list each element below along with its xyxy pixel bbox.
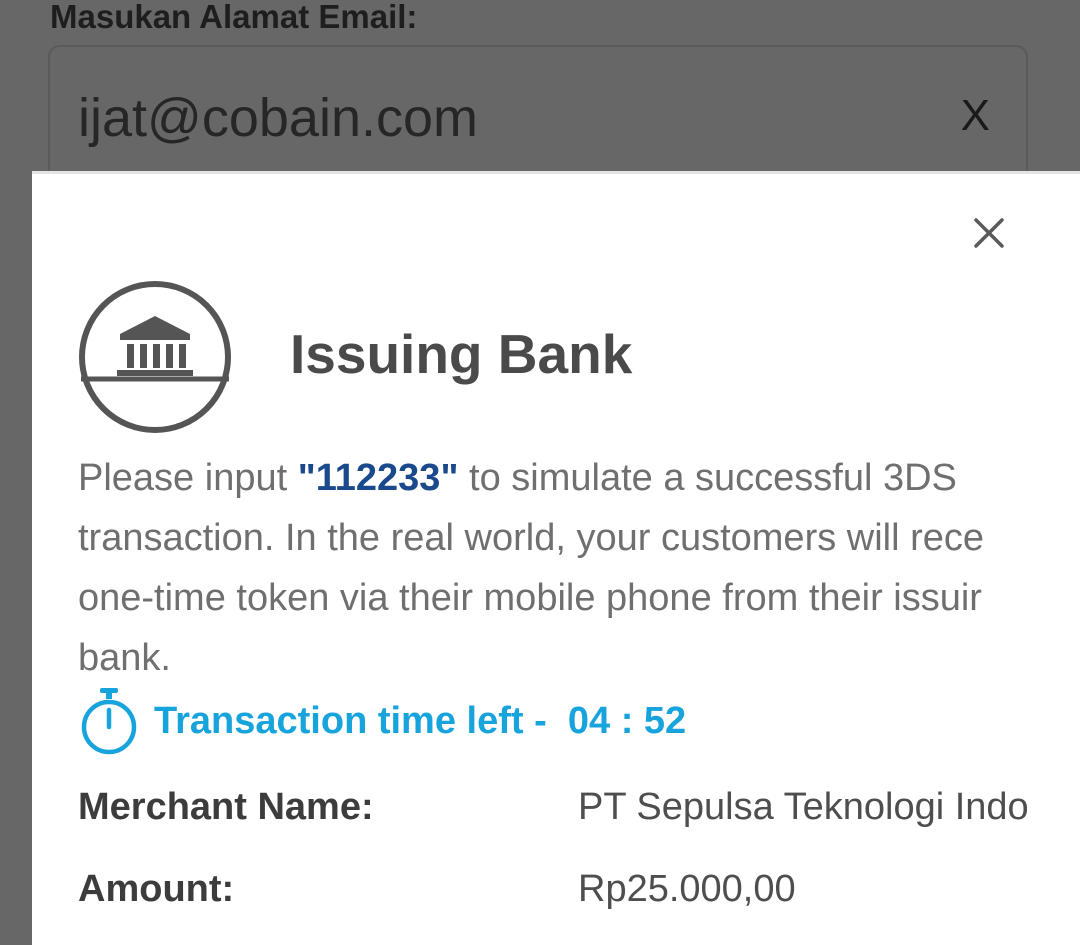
instructions-line-1: Please input "112233" to simulate a succ… (78, 448, 1080, 508)
amount-value: Rp25.000,00 (578, 868, 796, 910)
timer-countdown: 04 : 52 (567, 699, 687, 742)
instructions-suffix: to simulate a successful 3DS (458, 457, 957, 499)
transaction-timer: Transaction time left - 04 : 52 (78, 686, 686, 756)
email-field-label: Masukan Alamat Email: (50, 0, 418, 35)
close-icon[interactable] (967, 211, 1011, 255)
otp-code: "112233" (297, 457, 459, 499)
timer-label: Transaction time left - (154, 699, 568, 742)
instructions-prefix: Please input (78, 457, 298, 499)
bank-icon (79, 281, 231, 433)
instructions-line-2: transaction. In the real world, your cus… (78, 517, 985, 559)
modal-title: Issuing Bank (290, 323, 633, 385)
merchant-name-value: PT Sepulsa Teknologi Indo (578, 786, 1029, 828)
stopwatch-icon (81, 688, 137, 755)
clear-email-button[interactable]: X (961, 91, 990, 141)
instructions-text: Please input "112233" to simulate a succ… (78, 448, 1080, 688)
merchant-name-label: Merchant Name: (78, 786, 374, 828)
issuing-bank-modal: Issuing Bank Please input "112233" to si… (32, 171, 1080, 945)
email-field-value: ijat@cobain.com (78, 88, 478, 148)
instructions-line-4: bank. (78, 637, 171, 679)
amount-label: Amount: (78, 868, 235, 910)
instructions-line-3: one-time token via their mobile phone fr… (78, 577, 982, 619)
